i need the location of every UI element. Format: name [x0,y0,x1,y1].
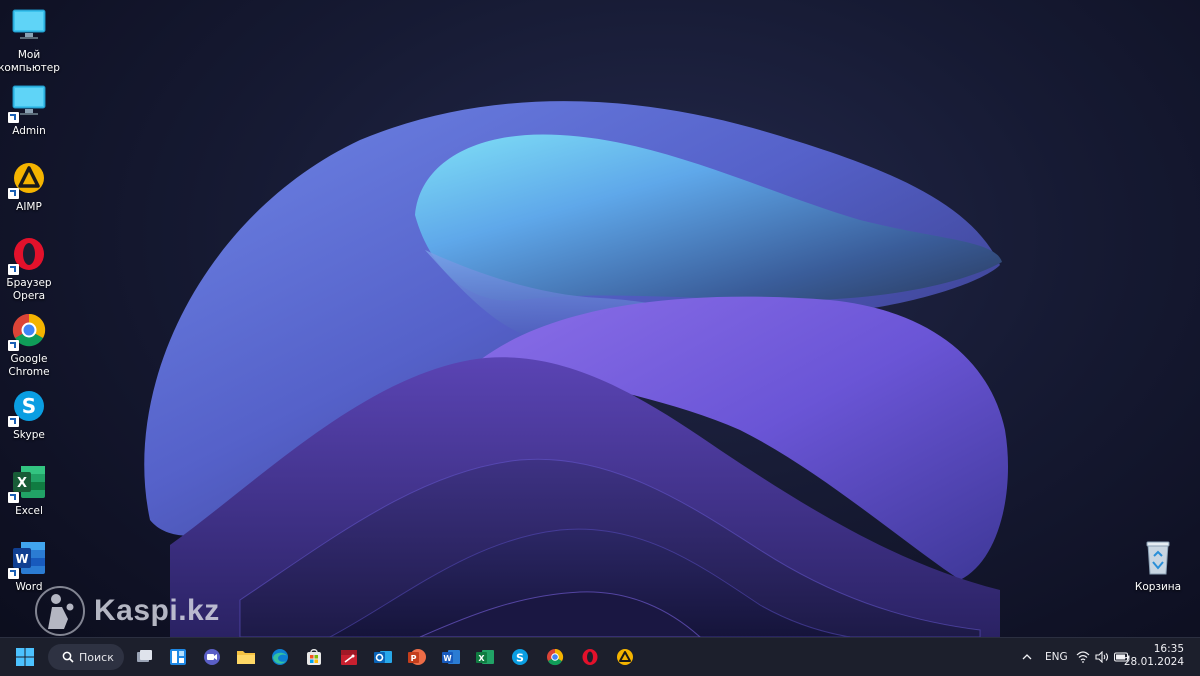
watermark-text: Kaspi.kz [94,594,220,627]
shortcut-arrow-icon [8,416,19,427]
network-button[interactable] [1073,644,1093,670]
meet-button[interactable] [199,644,225,670]
shortcut-arrow-icon [8,112,19,123]
svg-text:P: P [411,654,417,663]
aimp-icon [617,649,633,665]
file-explorer-icon [237,651,255,664]
desktop-icon-label: Admin [12,125,46,137]
volume-button[interactable] [1092,644,1112,670]
desktop-icon-label: AIMP [16,201,42,213]
meet-icon [204,649,220,665]
recycle-bin-icon [1138,538,1178,578]
monitor-icon [9,6,49,46]
svg-text:W: W [443,654,452,663]
desktop-icon-label: Google Chrome [8,353,50,378]
edge-icon [272,649,288,665]
store-button[interactable] [301,644,327,670]
pdf-button[interactable] [336,644,362,670]
edge-button[interactable] [267,644,293,670]
word-icon: W [8,538,49,579]
task-view-button[interactable] [131,644,157,670]
kaspi-logo-icon [35,586,85,636]
outlook-button[interactable] [370,644,396,670]
search-button[interactable]: Поиск [48,644,124,670]
skype-icon: S [512,649,528,665]
excel-icon: X [476,650,494,664]
pdf-icon [341,650,357,665]
svg-text:W: W [15,552,28,566]
shortcut-arrow-icon [8,492,19,503]
excel-icon: X [8,462,49,503]
desktop-icon-skype[interactable]: S Skype [0,386,60,442]
store-icon [307,649,321,665]
svg-text:X: X [17,476,27,491]
desktop-icon-aimp[interactable]: AIMP [0,158,60,214]
desktop-icon-label: Браузер Opera [6,277,52,302]
taskbar: Поиск P W X S ENG [0,637,1200,676]
file-explorer-button[interactable] [233,644,259,670]
show-hidden-icons-button[interactable] [1015,644,1039,670]
shortcut-arrow-icon [8,264,19,275]
desktop-icon-label: Мой компьютер [0,49,60,74]
search-icon [62,651,74,663]
aimp-icon [8,158,49,199]
desktop-icon-label: Корзина [1134,581,1182,593]
shortcut-arrow-icon [8,188,19,199]
powerpoint-button[interactable]: P [404,644,430,670]
chevron-up-icon [1022,654,1032,660]
svg-text:S: S [22,394,36,418]
svg-text:X: X [478,654,485,663]
desktop-wallpaper [144,101,1008,637]
clock-date[interactable]: 28.01.2024 [1124,656,1184,668]
monitor-icon [8,82,49,123]
desktop-icon-label: Excel [15,505,43,517]
shortcut-arrow-icon [8,568,19,579]
widgets-icon [170,649,186,665]
powerpoint-icon: P [408,649,426,665]
skype-icon: S [8,386,49,427]
desktop-icon-admin[interactable]: Admin [0,82,60,138]
word-button[interactable]: W [438,644,464,670]
shortcut-arrow-icon [8,340,19,351]
speaker-icon [1095,651,1109,663]
desktop-icon-my-computer[interactable]: Мой компьютер [0,6,60,74]
desktop-icon-chrome[interactable]: Google Chrome [0,310,60,378]
desktop-icon-opera[interactable]: Браузер Opera [0,234,60,302]
desktop-icon-excel[interactable]: X Excel [0,462,60,518]
opera-button[interactable] [577,644,603,670]
outlook-icon [374,651,392,663]
widgets-button[interactable] [165,644,191,670]
language-indicator[interactable]: ENG [1045,651,1068,663]
wifi-icon [1076,651,1090,663]
excel-button[interactable]: X [472,644,498,670]
opera-icon [582,649,598,665]
svg-text:S: S [516,652,524,665]
start-icon [16,648,34,666]
chrome-button[interactable] [542,644,568,670]
word-icon: W [442,650,460,664]
kaspi-watermark: Kaspi.kz [34,585,220,637]
chrome-icon [8,310,49,351]
start-button[interactable] [12,644,38,670]
search-label: Поиск [79,650,114,664]
clock-time[interactable]: 16:35 [1154,643,1184,655]
skype-button[interactable]: S [507,644,533,670]
desktop-icon-label: Skype [13,429,45,441]
task-view-icon [137,650,152,662]
opera-icon [8,234,49,275]
desktop-icon-recycle-bin[interactable]: Корзина [1127,538,1189,594]
aimp-button[interactable] [612,644,638,670]
chrome-icon [547,648,564,666]
